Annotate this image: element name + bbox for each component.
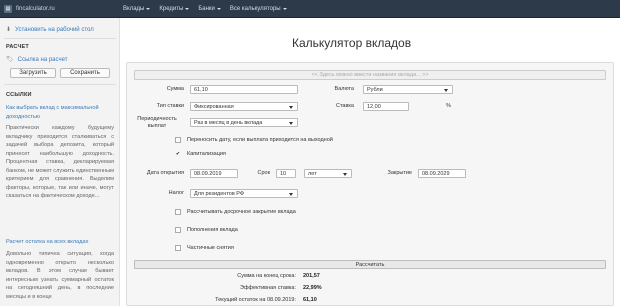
calc-link-row[interactable]: 🏷 Ссылка на расчет: [6, 56, 68, 64]
install-row[interactable]: ⬇ Установить на рабочий стол: [6, 26, 94, 34]
calculate-button[interactable]: Рассчитать: [134, 260, 606, 269]
divider: [4, 84, 116, 85]
article-link-1[interactable]: Как выбрать вклад с максимальной доходно…: [6, 104, 114, 121]
rate-type-select[interactable]: Фиксированная: [190, 102, 298, 111]
capitalization-checkbox[interactable]: ✔: [175, 151, 181, 157]
payout-label: Периодичность выплат: [137, 116, 177, 129]
calc-heading: РАСЧЕТ: [6, 44, 29, 50]
brand[interactable]: ▤ fincalculator.ru: [4, 0, 55, 18]
move-dates-option[interactable]: Переносить дату, если выплата приходится…: [175, 137, 333, 143]
term-input[interactable]: 10: [276, 169, 296, 178]
early-close-option[interactable]: Рассчитывать досрочное закрытие вклада: [175, 209, 296, 215]
currency-select-value: Рубли: [367, 86, 383, 93]
menu-banks-label: Банки: [198, 6, 215, 12]
chevron-down-icon: [282, 8, 287, 10]
brand-name: fincalculator.ru: [16, 6, 55, 12]
payout-select[interactable]: Раз в месяц в день вклада: [190, 118, 298, 127]
withdraw-option[interactable]: Частичные снятия: [175, 245, 234, 251]
chevron-down-icon: [146, 8, 151, 10]
current-balance-label: Текущий остаток на 08.09.2019:: [215, 297, 296, 303]
load-button[interactable]: Загрузить: [10, 68, 56, 78]
refill-option[interactable]: Пополнения вклада: [175, 227, 238, 233]
term-label: Срок: [257, 170, 271, 176]
top-navbar: ▤ fincalculator.ru Вклады Кредиты Банки …: [0, 0, 620, 18]
save-button[interactable]: Сохранить: [60, 68, 110, 78]
logo-icon: ▤: [4, 5, 12, 13]
capitalization-option[interactable]: ✔ Капитализация: [175, 151, 226, 157]
term-unit-select[interactable]: лет: [304, 169, 352, 178]
sidebar: ⬇ Установить на рабочий стол РАСЧЕТ 🏷 Сс…: [0, 18, 120, 306]
currency-select[interactable]: Рубли: [363, 85, 453, 94]
main-menu: Вклады Кредиты Банки Все калькуляторы: [123, 0, 296, 18]
install-link[interactable]: Установить на рабочий стол: [15, 27, 94, 33]
deposit-name-input[interactable]: << Здесь можно ввести название вклада...…: [134, 70, 606, 80]
move-dates-checkbox[interactable]: [175, 137, 181, 143]
divider: [4, 38, 116, 39]
payout-select-value: Раз в месяц в день вклада: [194, 119, 263, 126]
effective-rate-value: 22,99%: [303, 285, 322, 291]
capitalization-label: Капитализация: [187, 151, 226, 157]
open-date-input[interactable]: 08.09.2019: [190, 169, 238, 178]
menu-all-calculators-label: Все калькуляторы: [229, 6, 281, 12]
deposit-form-panel: [126, 62, 614, 306]
effective-rate-label: Эффективная ставка:: [240, 285, 296, 291]
move-dates-label: Переносить дату, если выплата приходится…: [187, 137, 333, 143]
end-sum-value: 201,57: [303, 273, 320, 279]
open-date-label: Дата открытия: [146, 170, 184, 176]
term-unit-select-value: лет: [308, 170, 317, 177]
chevron-down-icon: [216, 8, 221, 10]
menu-credits-label: Кредиты: [159, 6, 184, 12]
menu-banks[interactable]: Банки: [198, 6, 221, 12]
chevron-down-icon: [185, 8, 190, 10]
close-date-input[interactable]: 08.09.2029: [418, 169, 466, 178]
menu-deposits[interactable]: Вклады: [123, 6, 151, 12]
download-icon: ⬇: [6, 27, 12, 33]
close-date-label: Закрытие: [387, 170, 412, 176]
menu-credits[interactable]: Кредиты: [159, 6, 190, 12]
tag-icon: 🏷: [6, 57, 14, 63]
rate-label: Ставка: [336, 103, 354, 109]
page-title: Калькулятор вкладов: [292, 36, 412, 50]
refill-label: Пополнения вклада: [187, 227, 238, 233]
withdraw-label: Частичные снятия: [187, 245, 234, 251]
article-text-1: Практически каждому будущему вкладчику п…: [6, 125, 114, 199]
rate-type-select-value: Фиксированная: [194, 103, 234, 110]
sum-input[interactable]: 61,10: [190, 85, 298, 94]
refill-checkbox[interactable]: [175, 227, 181, 233]
withdraw-checkbox[interactable]: [175, 245, 181, 251]
tax-label: Налог: [168, 190, 184, 196]
currency-label: Валюта: [334, 86, 354, 92]
current-balance-value: 61,10: [303, 297, 317, 303]
tax-select-value: Для резидентов РФ: [194, 190, 245, 197]
article-text-2: Довольно типична ситуация, когда одновре…: [6, 251, 114, 300]
menu-deposits-label: Вклады: [123, 6, 145, 12]
rate-type-label: Тип ставки: [156, 103, 184, 109]
end-sum-label: Сумма на конец срока:: [237, 273, 296, 279]
menu-all-calculators[interactable]: Все калькуляторы: [230, 6, 287, 12]
tax-select[interactable]: Для резидентов РФ: [190, 189, 298, 198]
early-close-checkbox[interactable]: [175, 209, 181, 215]
rate-unit: %: [446, 103, 451, 109]
early-close-label: Рассчитывать досрочное закрытие вклада: [187, 209, 296, 215]
calc-link[interactable]: Ссылка на расчет: [18, 57, 68, 63]
rate-input[interactable]: 12,00: [363, 102, 409, 111]
links-heading: ССЫЛКИ: [6, 92, 32, 98]
sum-label: Сумма: [166, 86, 184, 92]
article-link-2[interactable]: Расчет остатка на всех вкладах: [6, 238, 114, 247]
